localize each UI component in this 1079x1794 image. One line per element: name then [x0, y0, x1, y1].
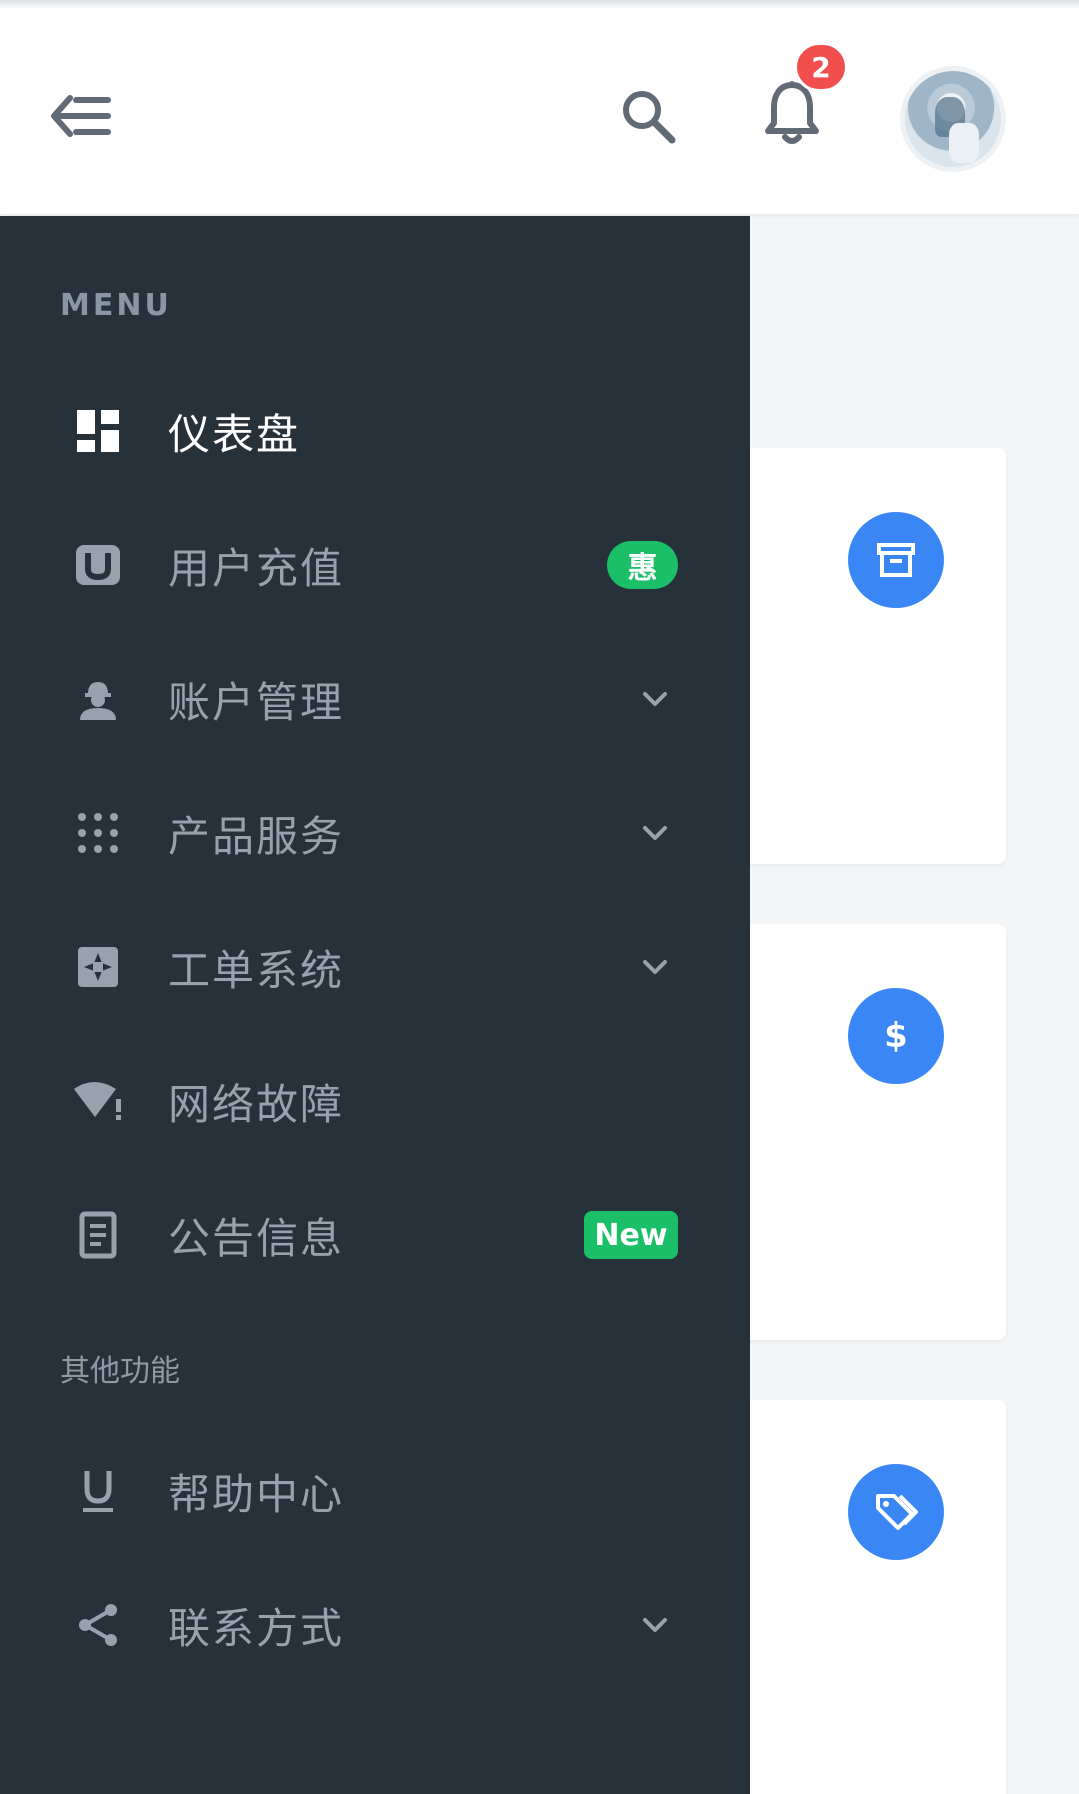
top-edge	[0, 0, 1079, 8]
sidebar-item-label: 帮助中心	[168, 1469, 345, 1519]
document-icon	[72, 1209, 124, 1261]
sidebar-item-dashboard[interactable]: 仪表盘	[0, 376, 750, 486]
app-header: 2	[0, 8, 1079, 214]
sidebar-item-tickets[interactable]: 工单系统	[0, 912, 750, 1022]
wifi-alert-icon	[72, 1075, 124, 1127]
sidebar-item-label: 用户充值	[168, 543, 345, 593]
sidebar-item-recharge[interactable]: 用户充值 惠	[0, 510, 750, 620]
chevron-down-icon[interactable]	[640, 684, 670, 714]
sidebar-item-label: 联系方式	[168, 1603, 345, 1653]
menu-section-title: MENU	[60, 288, 172, 323]
sidebar-item-label: 仪表盘	[168, 409, 301, 459]
archive-icon	[877, 543, 915, 577]
u-badge-icon	[72, 539, 124, 591]
search-button[interactable]	[612, 80, 684, 152]
dollar-icon: $	[884, 1016, 908, 1056]
sidebar-item-help-center[interactable]: 帮助中心	[0, 1436, 750, 1546]
card-icon-circle	[848, 1464, 944, 1560]
chevron-down-icon[interactable]	[640, 952, 670, 982]
user-avatar[interactable]	[900, 66, 1006, 172]
chevron-down-icon[interactable]	[640, 1610, 670, 1640]
worker-icon	[72, 673, 124, 725]
sidebar-item-label: 工单系统	[168, 945, 345, 995]
dashboard-icon	[72, 405, 124, 457]
chevron-down-icon[interactable]	[640, 818, 670, 848]
sidebar-item-label: 网络故障	[168, 1079, 345, 1129]
ticket-icon	[72, 941, 124, 993]
menu-collapse-button[interactable]	[46, 80, 118, 152]
sidebar-item-contact[interactable]: 联系方式	[0, 1570, 750, 1680]
sidebar: MENU 仪表盘 用户充值 惠 账户管理 产品服务 工单系统 网络故障 公告信息…	[0, 216, 750, 1794]
card-icon-circle: $	[848, 988, 944, 1084]
sidebar-item-label: 账户管理	[168, 677, 345, 727]
dots-grid-icon	[72, 807, 124, 859]
sidebar-item-account[interactable]: 账户管理	[0, 644, 750, 754]
sidebar-item-products[interactable]: 产品服务	[0, 778, 750, 888]
search-icon	[623, 91, 676, 144]
tags-icon	[876, 1494, 918, 1530]
other-section-title: 其他功能	[60, 1354, 180, 1389]
sidebar-item-label: 公告信息	[168, 1213, 345, 1263]
card-icon-circle	[848, 512, 944, 608]
new-badge: New	[584, 1211, 678, 1259]
menu-collapse-icon	[51, 95, 111, 137]
avatar-figure-arm	[949, 123, 979, 163]
discount-badge: 惠	[607, 541, 678, 589]
notification-count-badge: 2	[794, 42, 848, 92]
sidebar-item-label: 产品服务	[168, 811, 345, 861]
share-icon	[72, 1599, 124, 1651]
underline-icon	[72, 1465, 124, 1517]
sidebar-item-announcements[interactable]: 公告信息 New	[0, 1180, 750, 1290]
sidebar-item-network-fault[interactable]: 网络故障	[0, 1046, 750, 1156]
